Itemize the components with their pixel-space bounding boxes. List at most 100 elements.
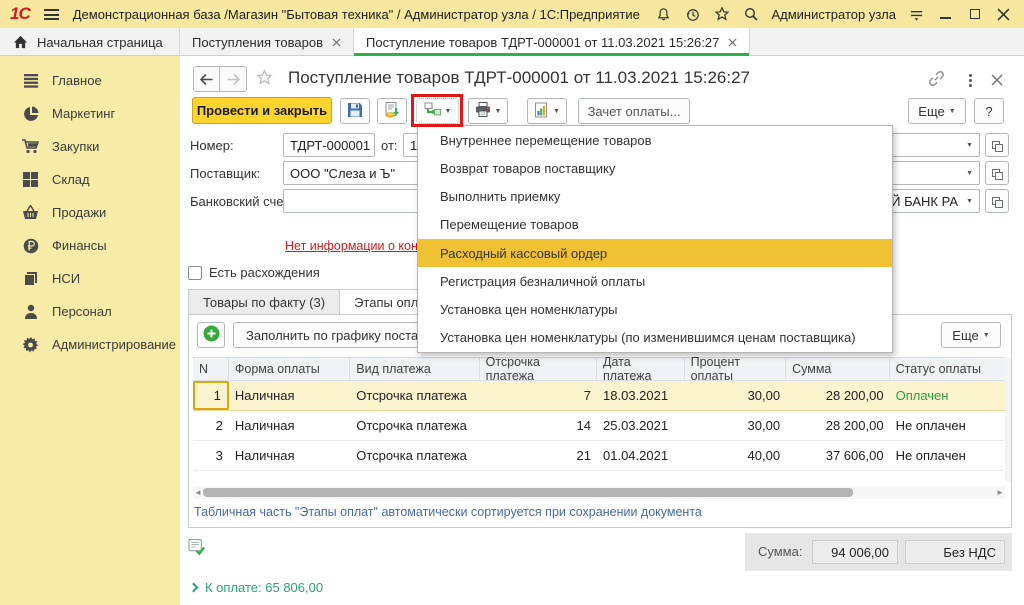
print-button[interactable]: ▼ [468,98,508,124]
sidebar-item-marketing[interactable]: Маркетинг [0,97,180,130]
scroll-left-icon[interactable]: ◄ [193,488,203,497]
save-button[interactable] [340,98,370,124]
cell-percent[interactable]: 30,00 [685,381,787,410]
sidebar-item-personal[interactable]: Персонал [0,295,180,328]
horizontal-scrollbar[interactable]: ◄ ► [193,486,1005,499]
more-dots-icon[interactable] [962,72,979,89]
post-and-close-button[interactable]: Провести и закрыть [192,97,332,124]
sidebar-item-sklad[interactable]: Склад [0,163,180,196]
cell-payment-kind[interactable]: Отсрочка платежа [350,381,479,410]
reports-button[interactable]: ▼ [527,98,567,124]
table-row[interactable]: 3 Наличная Отсрочка платежа 21 01.04.202… [193,441,1005,471]
menu-item-goods-transfer[interactable]: Перемещение товаров [418,211,892,239]
cell-status[interactable]: Оплачен [890,381,1005,410]
maximize-icon[interactable] [966,6,983,23]
open-button[interactable] [985,161,1009,185]
cell-status[interactable]: Не оплачен [890,411,1005,440]
menu-item-cash-outflow-order[interactable]: Расходный кассовый ордер [418,239,892,267]
tab-home[interactable]: Начальная страница [0,28,180,56]
cell-sum[interactable]: 37 606,00 [786,441,889,470]
sidebar-item-administrirovanie[interactable]: Администрирование [0,328,180,361]
cell-deferral[interactable]: 14 [480,411,597,440]
forward-button[interactable] [220,66,247,92]
column-header[interactable]: Статус оплаты [890,358,1005,380]
menu-item-set-prices-changed[interactable]: Установка цен номенклатуры (по изменивши… [418,324,892,352]
search-icon[interactable] [742,6,759,23]
pie-chart-icon [22,105,39,122]
favorite-star-icon[interactable] [256,69,273,86]
menu-item-cashless-payment[interactable]: Регистрация безналичной оплаты [418,267,892,295]
cell-deferral[interactable]: 7 [480,381,597,410]
scrollbar-thumb[interactable] [203,488,853,497]
sidebar-item-prodazhi[interactable]: Продажи [0,196,180,229]
cell-payment-kind[interactable]: Отсрочка платежа [350,441,479,470]
column-header[interactable]: Дата платежа [597,358,685,380]
column-header[interactable]: N [193,358,229,380]
table-row[interactable]: 2 Наличная Отсрочка платежа 14 25.03.202… [193,411,1005,441]
sidebar-item-nsi[interactable]: НСИ [0,262,180,295]
cell-payment-date[interactable]: 18.03.2021 [597,381,685,410]
column-header[interactable]: Процент оплаты [685,358,787,380]
menu-item-internal-transfer[interactable]: Внутреннее перемещение товаров [418,126,892,154]
history-icon[interactable] [684,6,701,23]
sidebar-item-finansy[interactable]: Финансы [0,229,180,262]
cell-payment-date[interactable]: 01.04.2021 [597,441,685,470]
cell-n[interactable]: 2 [193,411,229,440]
current-user[interactable]: Администратор узла [771,7,896,22]
cell-percent[interactable]: 40,00 [685,441,787,470]
open-button[interactable] [985,189,1009,213]
to-pay-expander[interactable]: К оплате: 65 806,00 [190,580,323,595]
tab-goods-by-fact[interactable]: Товары по факту (3) [188,289,340,315]
add-row-button[interactable] [197,322,225,348]
more-button[interactable]: Еще ▼ [908,98,966,124]
table-row[interactable]: 1 Наличная Отсрочка платежа 7 18.03.2021… [193,381,1005,411]
discrepancy-checkbox[interactable] [188,266,202,280]
cell-sum[interactable]: 28 200,00 [786,411,889,440]
cell-n[interactable]: 1 [193,381,229,410]
no-contact-info-link[interactable]: Нет информации о кон [285,239,418,253]
post-document-button[interactable] [377,98,407,124]
sidebar-item-zakupki[interactable]: Закупки [0,130,180,163]
column-header[interactable]: Форма оплаты [229,358,350,380]
tab-close-icon[interactable] [332,38,341,47]
main-menu-icon[interactable] [44,9,59,20]
cell-payment-kind[interactable]: Отсрочка платежа [350,411,479,440]
menu-item-set-prices[interactable]: Установка цен номенклатуры [418,296,892,324]
number-input[interactable]: ТДРТ-000001 [283,133,375,157]
cell-payment-form[interactable]: Наличная [229,441,350,470]
minimize-icon[interactable] [937,6,954,23]
help-button[interactable]: ? [974,98,1004,124]
cell-status[interactable]: Не оплачен [890,441,1005,470]
cell-payment-form[interactable]: Наличная [229,411,350,440]
menu-item-return-to-supplier[interactable]: Возврат товаров поставщику [418,154,892,182]
tab-postupleniya-tovarov[interactable]: Поступления товаров [180,28,354,56]
dropdown-arrow-icon[interactable]: ▼ [966,142,973,149]
menu-item-perform-acceptance[interactable]: Выполнить приемку [418,183,892,211]
vertical-scrollbar[interactable] [1005,357,1011,481]
cell-sum[interactable]: 28 200,00 [786,381,889,410]
cell-percent[interactable]: 30,00 [685,411,787,440]
tab-postuplenie-tovarov-active[interactable]: Поступление товаров ТДРТ-000001 от 11.03… [354,28,750,56]
get-link-icon[interactable] [928,70,945,87]
cell-payment-form[interactable]: Наличная [229,381,350,410]
table-more-button[interactable]: Еще ▼ [941,322,1001,348]
open-button[interactable] [985,133,1009,157]
sidebar-item-glavnoe[interactable]: Главное [0,64,180,97]
favorites-star-icon[interactable] [713,6,730,23]
window-close-icon[interactable] [995,6,1012,23]
dropdown-arrow-icon[interactable]: ▼ [966,170,973,177]
column-header[interactable]: Сумма [786,358,889,380]
dropdown-arrow-icon[interactable]: ▼ [966,198,973,205]
back-button[interactable] [193,66,220,92]
cell-n[interactable]: 3 [193,441,229,470]
service-menu-icon[interactable] [908,6,925,23]
cell-deferral[interactable]: 21 [480,441,597,470]
cell-payment-date[interactable]: 25.03.2021 [597,411,685,440]
tab-close-icon[interactable] [728,38,737,47]
scroll-right-icon[interactable]: ► [995,488,1005,497]
column-header[interactable]: Вид платежа [350,358,479,380]
document-close-icon[interactable] [988,71,1005,88]
bell-icon[interactable] [655,6,672,23]
column-header[interactable]: Отсрочка платежа [480,358,597,380]
payment-offset-button[interactable]: Зачет оплаты... [578,98,690,124]
